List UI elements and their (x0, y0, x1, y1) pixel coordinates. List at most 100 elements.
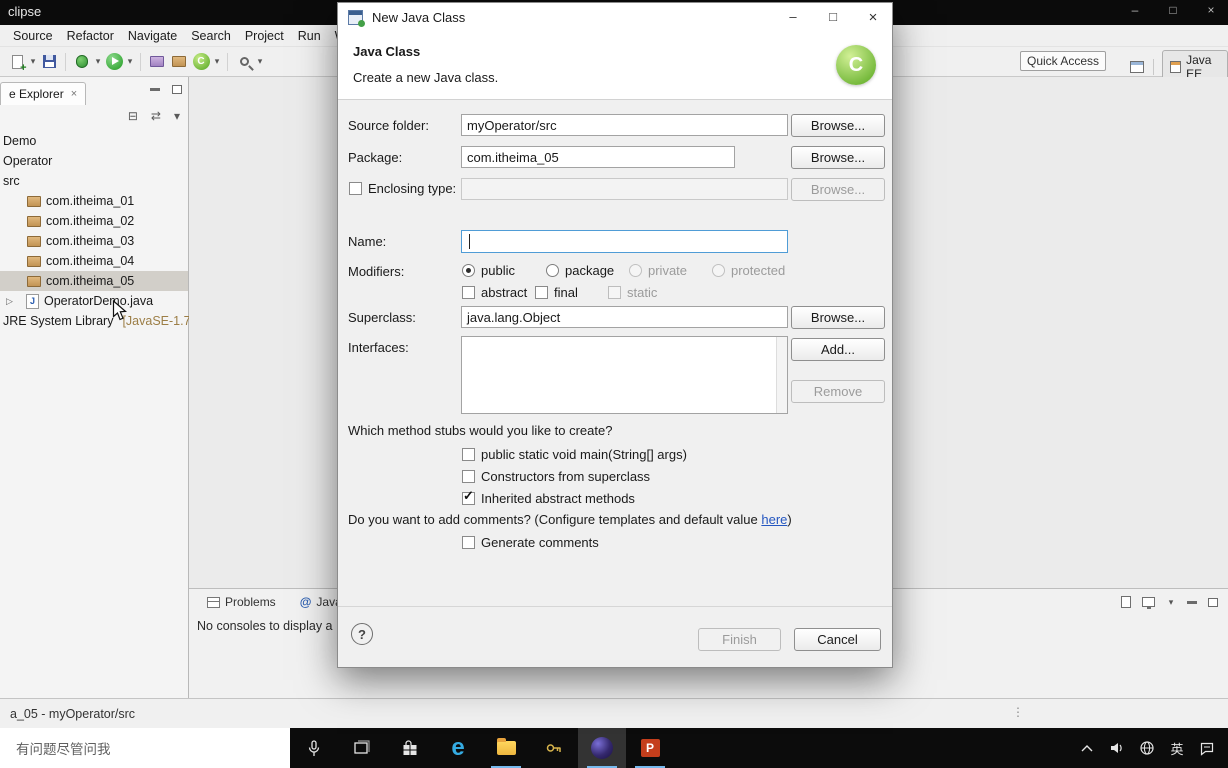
tree-item-jre-library[interactable]: JRE System Library [JavaSE-1.7] (0, 311, 194, 331)
powerpoint-button[interactable]: P (626, 728, 674, 768)
debug-icon[interactable] (71, 51, 93, 73)
new-package-icon[interactable] (168, 51, 190, 73)
stub-main-option[interactable]: public static void main(String[] args) (462, 446, 687, 462)
superclass-browse-button[interactable]: Browse... (791, 306, 885, 329)
dialog-titlebar[interactable]: New Java Class – □ × (338, 3, 892, 31)
taskbar-search-box[interactable]: 有问题尽管问我 (0, 728, 290, 768)
menu-project[interactable]: Project (238, 27, 291, 45)
tree-item-package-05-selected[interactable]: com.itheima_05 (0, 271, 188, 291)
modifier-final-option[interactable]: final (535, 284, 578, 300)
window-close-button[interactable]: × (1204, 3, 1218, 17)
debug-dropdown-icon[interactable] (93, 56, 103, 67)
statusbar-kebab-icon[interactable]: ⋮ (1012, 705, 1024, 719)
menu-run[interactable]: Run (291, 27, 328, 45)
interfaces-scrollbar[interactable] (776, 337, 787, 413)
open-perspective-icon[interactable] (1128, 56, 1145, 78)
abstract-checkbox[interactable] (462, 285, 475, 299)
interfaces-add-button[interactable]: Add... (791, 338, 885, 361)
task-view-button[interactable] (338, 728, 386, 768)
superclass-input[interactable]: java.lang.Object (461, 306, 788, 328)
link-with-editor-icon[interactable]: ⇄ (151, 109, 161, 123)
network-globe-icon[interactable] (1134, 728, 1160, 768)
cancel-button[interactable]: Cancel (794, 628, 881, 651)
public-radio[interactable] (462, 263, 475, 277)
constructors-checkbox[interactable] (462, 469, 475, 483)
tree-item-package-02[interactable]: com.itheima_02 (0, 211, 188, 231)
collapse-all-icon[interactable]: ⊟ (128, 109, 138, 123)
menu-search[interactable]: Search (184, 27, 238, 45)
package-browse-button[interactable]: Browse... (791, 146, 885, 169)
save-icon[interactable] (38, 51, 60, 73)
menu-navigate[interactable]: Navigate (121, 27, 184, 45)
final-checkbox[interactable] (535, 285, 548, 299)
open-type-icon[interactable] (233, 51, 255, 73)
microphone-button[interactable] (290, 728, 338, 768)
modifier-public-option[interactable]: public (462, 262, 515, 278)
dialog-minimize-button[interactable]: – (784, 9, 802, 26)
generate-comments-checkbox[interactable] (462, 535, 475, 549)
ime-language-indicator[interactable]: 英 (1164, 728, 1190, 768)
panel-maximize-icon[interactable] (1208, 597, 1218, 607)
tree-item-operatordemo-java[interactable]: ▷ J OperatorDemo.java (0, 291, 188, 311)
tab-close-icon[interactable]: × (71, 88, 77, 100)
menu-source[interactable]: Source (6, 27, 60, 45)
menu-refactor[interactable]: Refactor (60, 27, 121, 45)
view-menu-icon[interactable]: ▾ (174, 109, 180, 123)
file-explorer-button[interactable] (482, 728, 530, 768)
new-wizard-icon[interactable] (6, 51, 28, 74)
new-wizard-dropdown-icon[interactable] (28, 56, 38, 67)
edge-button[interactable]: e (434, 728, 482, 768)
generate-comments-option[interactable]: Generate comments (462, 534, 599, 550)
new-class-icon[interactable]: C (190, 51, 212, 73)
eclipse-taskbar-button[interactable] (578, 728, 626, 768)
window-maximize-button[interactable]: □ (1166, 3, 1180, 17)
tree-item-src[interactable]: src (0, 171, 188, 191)
interfaces-list[interactable] (461, 336, 788, 414)
modifier-package-option[interactable]: package (546, 262, 614, 278)
source-folder-input[interactable]: myOperator/src (461, 114, 788, 136)
source-folder-browse-button[interactable]: Browse... (791, 114, 885, 137)
stub-inherited-option[interactable]: ✓ Inherited abstract methods (462, 489, 635, 506)
open-console-icon[interactable] (1121, 596, 1131, 608)
run-dropdown-icon[interactable] (125, 56, 135, 67)
package-explorer-panel: e Explorer × ⊟ ⇄ ▾ Demo Operator src com… (0, 77, 194, 698)
modifier-abstract-option[interactable]: abstract (462, 284, 527, 300)
help-button[interactable]: ? (351, 623, 373, 645)
panel-minimize-icon[interactable] (1187, 600, 1197, 604)
main-method-checkbox[interactable] (462, 447, 475, 461)
configure-templates-link[interactable]: here (761, 512, 787, 527)
enclosing-type-option[interactable]: Enclosing type: (349, 180, 456, 196)
run-icon[interactable] (103, 51, 125, 73)
tree-item-package-01[interactable]: com.itheima_01 (0, 191, 188, 211)
view-maximize-icon[interactable] (172, 85, 182, 94)
stub-constructors-option[interactable]: Constructors from superclass (462, 468, 650, 484)
new-class-dropdown-icon[interactable] (212, 56, 222, 67)
tree-item-operator[interactable]: Operator (0, 151, 188, 171)
action-center-icon[interactable] (1194, 728, 1220, 768)
dialog-close-button[interactable]: × (864, 9, 882, 26)
quick-access-button[interactable]: Quick Access (1020, 51, 1106, 71)
tab-package-explorer[interactable]: e Explorer × (0, 82, 87, 105)
new-java-project-icon[interactable] (146, 51, 168, 73)
tree-item-package-04[interactable]: com.itheima_04 (0, 251, 188, 271)
name-input[interactable] (461, 230, 788, 253)
store-button[interactable] (386, 728, 434, 768)
tab-problems[interactable]: Problems (197, 590, 286, 614)
expander-icon[interactable]: ▷ (6, 296, 15, 307)
tray-chevron-up-icon[interactable] (1074, 728, 1100, 768)
enclosing-type-checkbox[interactable] (349, 181, 362, 195)
tree-item-demo[interactable]: Demo (0, 131, 188, 151)
package-input[interactable]: com.itheima_05 (461, 146, 735, 168)
key-app-button[interactable] (530, 728, 578, 768)
display-console-icon[interactable] (1142, 597, 1155, 609)
view-minimize-icon[interactable] (150, 88, 160, 91)
volume-icon[interactable] (1104, 728, 1130, 768)
package-radio[interactable] (546, 263, 559, 277)
dialog-maximize-button[interactable]: □ (824, 9, 842, 26)
window-minimize-button[interactable]: – (1128, 3, 1142, 17)
toolbar-overflow-icon[interactable] (255, 56, 265, 67)
tree-item-package-03[interactable]: com.itheima_03 (0, 231, 188, 251)
tree-item-label: Demo (3, 134, 37, 148)
console-dropdown-icon[interactable] (1166, 597, 1176, 608)
inherited-methods-checkbox[interactable]: ✓ (462, 489, 475, 505)
